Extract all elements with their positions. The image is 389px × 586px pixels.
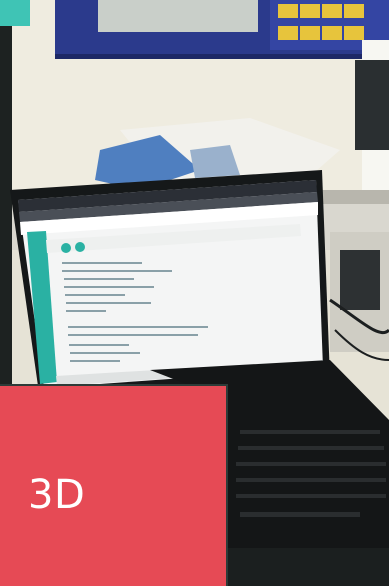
photo-card[interactable]: 3D [0, 0, 389, 586]
storage-bins [55, 0, 389, 59]
category-tile[interactable]: 3D [0, 384, 228, 586]
category-label: 3D [28, 472, 86, 518]
bottom-frame [228, 548, 389, 586]
